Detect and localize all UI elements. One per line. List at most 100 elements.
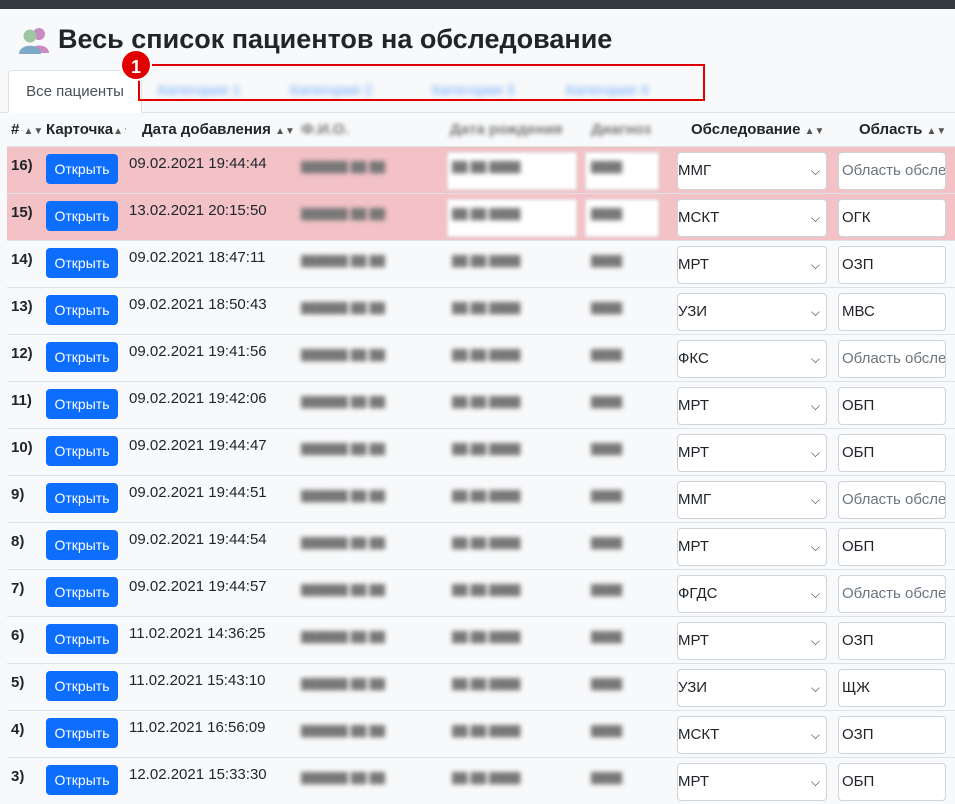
patient-name-redacted: ██████ ██ ██: [301, 537, 386, 549]
exam-select[interactable]: ММГ ⌵: [677, 152, 827, 190]
area-input[interactable]: Область обследования: [838, 152, 946, 190]
exam-select[interactable]: МРТ ⌵: [677, 434, 827, 472]
chevron-down-icon: ⌵: [810, 446, 820, 460]
patient-name-redacted: ██████ ██ ██: [301, 490, 386, 502]
exam-select[interactable]: МСКТ ⌵: [677, 716, 827, 754]
column-header-card[interactable]: Карточка▲▼: [46, 114, 126, 146]
annotation-badge: 1: [120, 49, 152, 81]
area-input[interactable]: МВС: [838, 293, 946, 331]
open-card-button[interactable]: Открыть: [46, 154, 118, 184]
open-card-button[interactable]: Открыть: [46, 624, 118, 654]
patient-name-redacted: ██████ ██ ██: [301, 678, 386, 690]
chevron-down-icon: ⌵: [810, 634, 820, 648]
row-number: 10): [11, 439, 33, 456]
sort-icon: ▲▼: [113, 126, 126, 137]
table-row: 6) Открыть 11.02.2021 14:36:25 ██████ ██ ██…: [7, 616, 955, 663]
area-input[interactable]: ОГК: [838, 199, 946, 237]
patient-name-redacted: ██████ ██ ██: [301, 255, 386, 267]
column-header-added[interactable]: Дата добавления ▲▼: [142, 114, 295, 146]
open-card-button[interactable]: Открыть: [46, 201, 118, 231]
area-input[interactable]: ЩЖ: [838, 669, 946, 707]
exam-select[interactable]: МРТ ⌵: [677, 246, 827, 284]
chevron-down-icon: ⌵: [810, 587, 820, 601]
row-number: 6): [11, 627, 25, 644]
table-row: 9) Открыть 09.02.2021 19:44:51 ██████ ██ ██…: [7, 475, 955, 522]
date-added: 11.02.2021 14:36:25: [129, 625, 266, 642]
area-input[interactable]: Область обследования: [838, 340, 946, 378]
area-input[interactable]: ОБП: [838, 387, 946, 425]
column-header-exam[interactable]: Обследование ▲▼: [691, 114, 824, 146]
row-number: 11): [11, 392, 32, 409]
open-card-button[interactable]: Открыть: [46, 530, 118, 560]
row-number: 13): [11, 298, 33, 315]
chevron-down-icon: ⌵: [810, 258, 820, 272]
row-number: 3): [11, 768, 25, 785]
diagnosis-redacted: ████: [591, 584, 623, 596]
date-added: 13.02.2021 20:15:50: [129, 202, 267, 219]
date-added: 09.02.2021 19:44:47: [129, 437, 267, 454]
area-input[interactable]: ОЗП: [838, 246, 946, 284]
diagnosis-redacted: ████: [591, 161, 623, 173]
exam-select[interactable]: МРТ ⌵: [677, 763, 827, 801]
exam-select[interactable]: ФКС ⌵: [677, 340, 827, 378]
table-row: 7) Открыть 09.02.2021 19:44:57 ██████ ██ ██…: [7, 569, 955, 616]
date-added: 09.02.2021 19:41:56: [129, 343, 267, 360]
open-card-button[interactable]: Открыть: [46, 295, 118, 325]
open-card-button[interactable]: Открыть: [46, 389, 118, 419]
exam-select[interactable]: УЗИ ⌵: [677, 293, 827, 331]
tab-all-patients[interactable]: Все пациенты: [8, 70, 142, 113]
exam-select[interactable]: УЗИ ⌵: [677, 669, 827, 707]
date-added: 09.02.2021 19:44:51: [129, 484, 267, 501]
diagnosis-redacted: ████: [591, 349, 623, 361]
column-header-area[interactable]: Область ▲▼: [859, 114, 946, 146]
open-card-button[interactable]: Открыть: [46, 248, 118, 278]
row-number: 12): [11, 345, 33, 362]
column-header-diagnosis[interactable]: Диагноз: [591, 114, 659, 146]
open-card-button[interactable]: Открыть: [46, 577, 118, 607]
open-card-button[interactable]: Открыть: [46, 436, 118, 466]
area-input[interactable]: ОБП: [838, 434, 946, 472]
exam-select[interactable]: ФГДС ⌵: [677, 575, 827, 613]
open-card-button[interactable]: Открыть: [46, 671, 118, 701]
patient-name-redacted: ██████ ██ ██: [301, 631, 386, 643]
diagnosis-redacted: ████: [591, 443, 623, 455]
date-added: 09.02.2021 19:44:44: [129, 155, 267, 172]
annotation-highlight-box: [138, 64, 705, 101]
column-header-birth[interactable]: Дата рождения: [450, 114, 575, 146]
exam-select[interactable]: МРТ ⌵: [677, 622, 827, 660]
row-number: 16): [11, 157, 33, 174]
column-header-fio[interactable]: Ф.И.О.: [301, 114, 441, 146]
area-input[interactable]: Область обследования: [838, 575, 946, 613]
sort-icon: ▲▼: [275, 126, 295, 137]
row-number: 8): [11, 533, 25, 550]
chevron-down-icon: ⌵: [810, 681, 820, 695]
birth-date-redacted: ██.██.████: [452, 584, 521, 596]
area-input[interactable]: ОЗП: [838, 622, 946, 660]
patient-name-redacted: ██████ ██ ██: [301, 772, 386, 784]
exam-select[interactable]: МРТ ⌵: [677, 387, 827, 425]
date-added: 12.02.2021 15:33:30: [129, 766, 267, 783]
open-card-button[interactable]: Открыть: [46, 483, 118, 513]
row-number: 9): [11, 486, 25, 503]
area-input[interactable]: ОЗП: [838, 716, 946, 754]
patient-name-redacted: ██████ ██ ██: [301, 725, 386, 737]
exam-select[interactable]: МРТ ⌵: [677, 528, 827, 566]
birth-date-redacted: ██.██.████: [452, 443, 521, 455]
open-card-button[interactable]: Открыть: [46, 718, 118, 748]
exam-select[interactable]: МСКТ ⌵: [677, 199, 827, 237]
patient-name-redacted: ██████ ██ ██: [301, 443, 386, 455]
row-number: 14): [11, 251, 33, 268]
table-row: 15) Открыть 13.02.2021 20:15:50 ██████ ██ █…: [7, 193, 955, 240]
table-row: 8) Открыть 09.02.2021 19:44:54 ██████ ██ ██…: [7, 522, 955, 569]
area-input[interactable]: Область обследования: [838, 481, 946, 519]
exam-select[interactable]: ММГ ⌵: [677, 481, 827, 519]
date-added: 11.02.2021 15:43:10: [129, 672, 266, 689]
area-input[interactable]: ОБП: [838, 763, 946, 801]
date-added: 11.02.2021 16:56:09: [129, 719, 266, 736]
area-input[interactable]: ОБП: [838, 528, 946, 566]
open-card-button[interactable]: Открыть: [46, 765, 118, 795]
column-header-num[interactable]: # ▲▼: [11, 114, 43, 146]
birth-date-redacted: ██.██.████: [452, 772, 521, 784]
open-card-button[interactable]: Открыть: [46, 342, 118, 372]
table-row: 13) Открыть 09.02.2021 18:50:43 ██████ ██ █…: [7, 287, 955, 334]
